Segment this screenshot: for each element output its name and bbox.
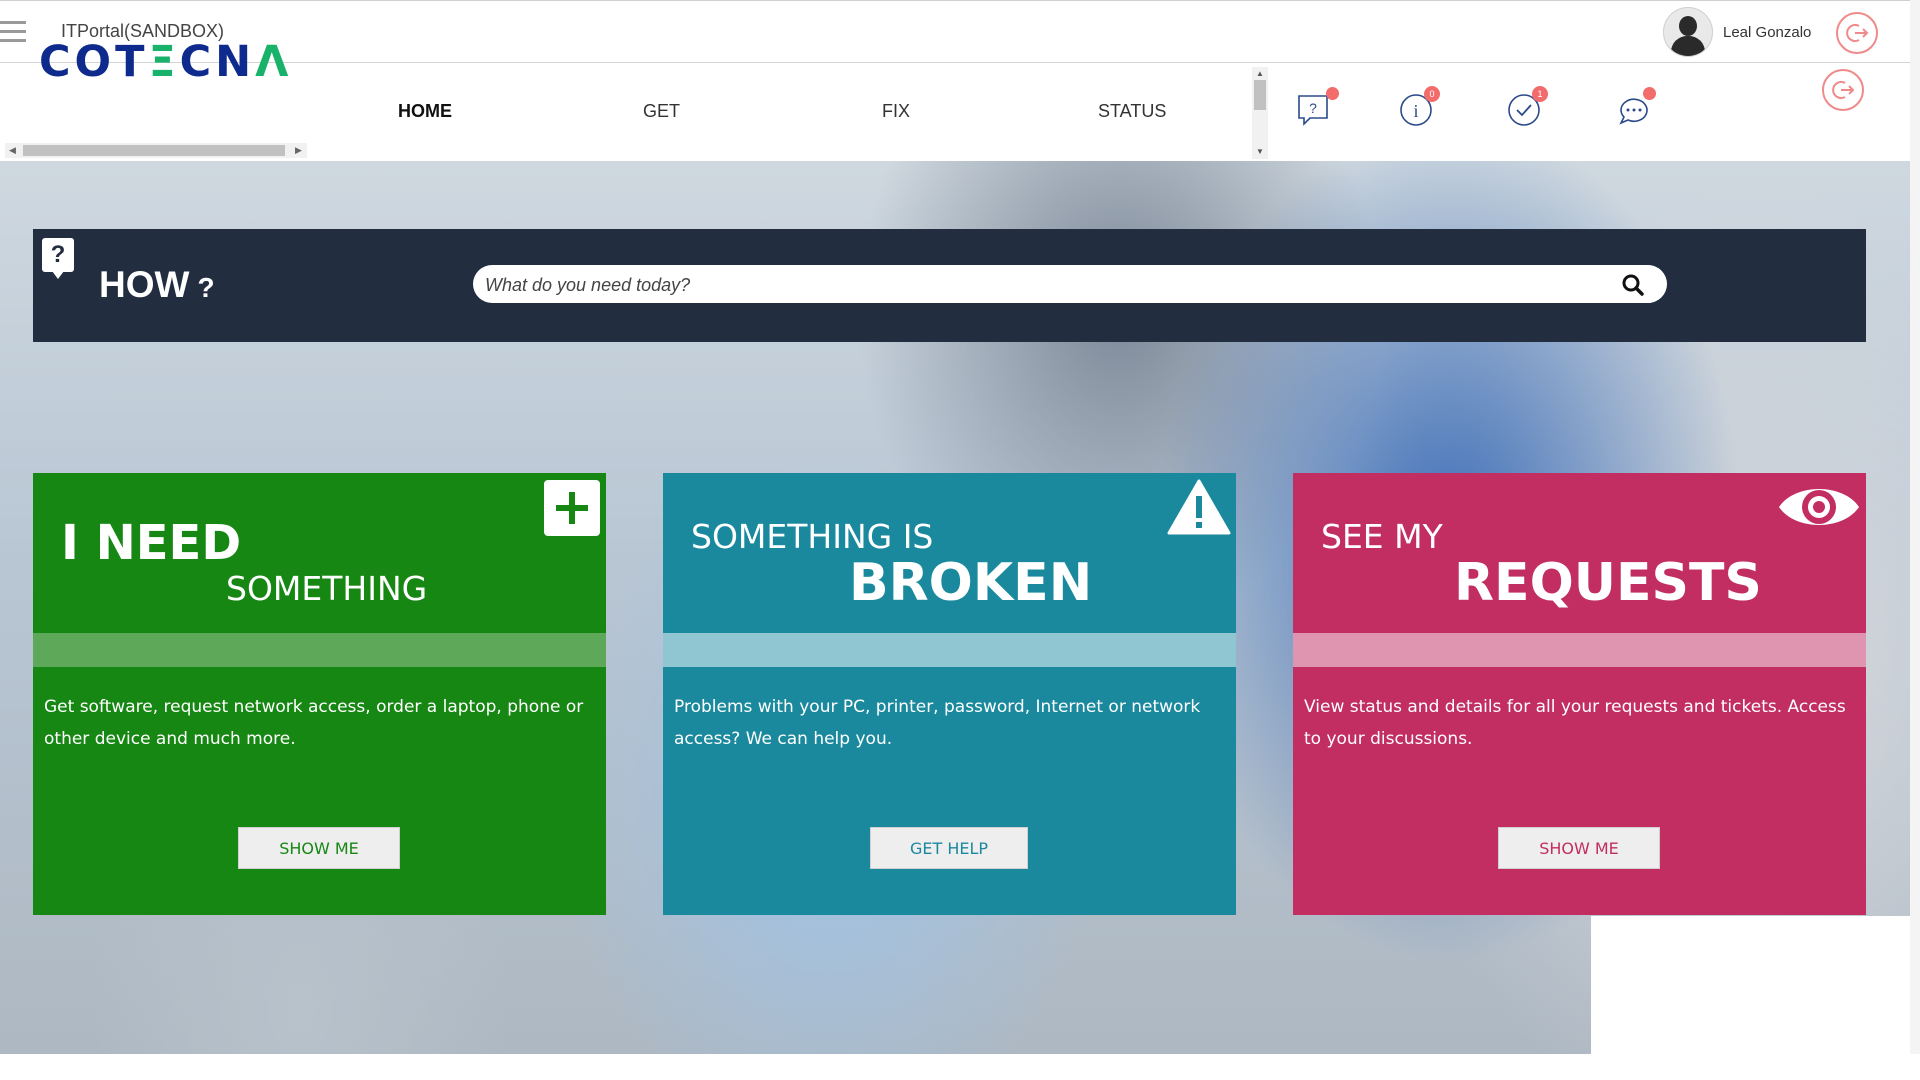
how-search-panel: ? HOW? bbox=[33, 229, 1866, 342]
help-chat-icon[interactable]: ? bbox=[1296, 87, 1339, 128]
how-title-q: ? bbox=[197, 272, 215, 303]
logout-icon[interactable] bbox=[1822, 69, 1864, 111]
notification-badge bbox=[1326, 87, 1339, 100]
svg-text:i: i bbox=[1413, 101, 1418, 121]
card-band bbox=[663, 633, 1236, 667]
user-name[interactable]: Leal Gonzalo bbox=[1723, 24, 1811, 41]
notification-badge bbox=[1643, 87, 1656, 100]
logo-text-2: CN bbox=[179, 37, 256, 87]
card-title-line2: SOMETHING bbox=[226, 569, 428, 608]
card-something-is-broken[interactable]: SOMETHING IS BROKEN Problems with your P… bbox=[663, 473, 1236, 915]
user-avatar-icon[interactable] bbox=[1663, 7, 1713, 57]
card-body: View status and details for all your req… bbox=[1293, 667, 1866, 915]
nav-status[interactable]: STATUS bbox=[1098, 101, 1166, 122]
approval-badge: 1 bbox=[1532, 86, 1548, 102]
show-me-button[interactable]: SHOW ME bbox=[238, 827, 400, 869]
card-body: Problems with your PC, printer, password… bbox=[663, 667, 1236, 915]
card-header: SOMETHING IS BROKEN bbox=[663, 473, 1236, 633]
discussion-icon[interactable] bbox=[1616, 87, 1656, 128]
scrollbar-thumb[interactable] bbox=[1254, 80, 1266, 110]
card-band bbox=[1293, 633, 1866, 667]
card-body: Get software, request network access, or… bbox=[33, 667, 606, 915]
card-description: Problems with your PC, printer, password… bbox=[674, 697, 1201, 749]
scroll-right-arrow-icon[interactable]: ▶ bbox=[295, 145, 302, 156]
how-title-text: HOW bbox=[99, 264, 190, 305]
cotecna-logo[interactable]: COTΞCNΛ bbox=[39, 37, 292, 87]
logo-accent-e: Ξ bbox=[148, 37, 180, 87]
card-description: Get software, request network access, or… bbox=[44, 697, 584, 749]
get-help-button[interactable]: GET HELP bbox=[870, 827, 1028, 869]
logout-icon[interactable] bbox=[1836, 12, 1878, 54]
card-description: View status and details for all your req… bbox=[1304, 697, 1846, 749]
nav-home[interactable]: HOME bbox=[398, 101, 452, 122]
info-badge: 0 bbox=[1424, 86, 1440, 102]
question-bubble-icon: ? bbox=[42, 238, 74, 279]
search-input[interactable] bbox=[483, 269, 1597, 301]
scroll-up-arrow-icon[interactable]: ▲ bbox=[1256, 69, 1264, 78]
scroll-down-arrow-icon[interactable]: ▼ bbox=[1256, 147, 1264, 156]
card-title-line2: REQUESTS bbox=[1454, 553, 1762, 613]
nav-fix[interactable]: FIX bbox=[882, 101, 910, 122]
scroll-left-arrow-icon[interactable]: ◀ bbox=[9, 145, 16, 156]
page-blank-area bbox=[1591, 916, 1910, 1054]
info-icon[interactable]: i 0 bbox=[1398, 86, 1440, 128]
nav-get[interactable]: GET bbox=[643, 101, 680, 122]
card-title-line1: I NEED bbox=[61, 515, 242, 571]
approval-check-icon[interactable]: 1 bbox=[1506, 86, 1548, 128]
logo-accent-a: Λ bbox=[255, 37, 293, 87]
card-band bbox=[33, 633, 606, 667]
plus-icon bbox=[544, 480, 600, 536]
hamburger-menu-icon[interactable] bbox=[0, 21, 26, 45]
card-i-need-something[interactable]: I NEED SOMETHING Get software, request n… bbox=[33, 473, 606, 915]
search-bar[interactable] bbox=[473, 265, 1667, 303]
how-title: HOW? bbox=[99, 264, 215, 306]
search-icon[interactable] bbox=[1621, 273, 1645, 297]
logo-text-1: COT bbox=[39, 37, 149, 87]
card-title-line1: SOMETHING IS bbox=[691, 517, 934, 556]
svg-text:?: ? bbox=[1309, 100, 1317, 116]
card-title-line1: SEE MY bbox=[1321, 517, 1443, 556]
logo-horizontal-scrollbar[interactable]: ◀ ▶ bbox=[5, 143, 307, 158]
show-me-button[interactable]: SHOW ME bbox=[1498, 827, 1660, 869]
warning-icon bbox=[1167, 478, 1231, 541]
scrollbar-thumb[interactable] bbox=[23, 145, 285, 156]
page-scrollbar[interactable] bbox=[1910, 0, 1920, 1054]
eye-icon bbox=[1777, 479, 1861, 540]
nav-vertical-scrollbar[interactable]: ▲ ▼ bbox=[1252, 67, 1268, 159]
card-header: I NEED SOMETHING bbox=[33, 473, 606, 633]
card-see-my-requests[interactable]: SEE MY REQUESTS View status and details … bbox=[1293, 473, 1866, 915]
card-header: SEE MY REQUESTS bbox=[1293, 473, 1866, 633]
card-title-line2: BROKEN bbox=[849, 553, 1093, 613]
